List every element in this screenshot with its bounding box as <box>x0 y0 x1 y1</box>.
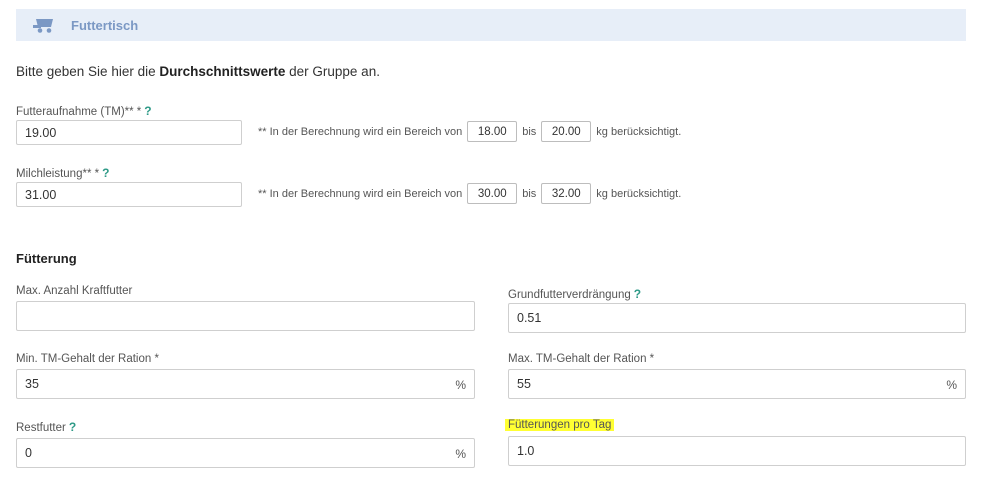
milchleistung-range-from[interactable]: 30.00 <box>467 183 518 204</box>
futteraufnahme-input[interactable]: 19.00 <box>16 120 242 145</box>
restfutter-label: Restfutter? <box>16 420 77 434</box>
futteraufnahme-range-note: ** In der Berechnung wird ein Bereich vo… <box>258 121 681 142</box>
grundfutterverdraengung-input[interactable]: 0.51 <box>508 303 966 333</box>
milchleistung-label: Milchleistung** *? <box>16 166 110 180</box>
milchleistung-help-icon[interactable]: ? <box>102 166 109 180</box>
milchleistung-range-note: ** In der Berechnung wird ein Bereich vo… <box>258 183 681 204</box>
min-tm-unit: % <box>455 378 466 392</box>
max-tm-label: Max. TM-Gehalt der Ration * <box>508 353 655 365</box>
max-kraftfutter-label: Max. Anzahl Kraftfutter <box>16 285 133 297</box>
feeding-wagon-icon <box>33 19 53 33</box>
grundfutterverdraengung-help-icon[interactable]: ? <box>634 287 641 301</box>
futteraufnahme-range-from[interactable]: 18.00 <box>467 121 518 142</box>
intro-text: Bitte geben Sie hier die Durchschnittswe… <box>16 64 380 79</box>
max-tm-unit: % <box>946 378 957 392</box>
restfutter-help-icon[interactable]: ? <box>69 420 76 434</box>
restfutter-unit: % <box>455 447 466 461</box>
fuetterungen-pro-tag-input[interactable]: 1.0 <box>508 436 966 466</box>
fuetterungen-pro-tag-highlight: Fütterungen pro Tag <box>505 419 615 431</box>
futteraufnahme-label: Futteraufnahme (TM)** *? <box>16 104 152 118</box>
milchleistung-range-to[interactable]: 32.00 <box>541 183 592 204</box>
min-tm-label: Min. TM-Gehalt der Ration * <box>16 353 159 365</box>
section-title: Futtertisch <box>71 17 139 33</box>
section-header-futtertisch: Futtertisch <box>16 9 966 41</box>
fuetterungen-pro-tag-label: Fütterungen pro Tag <box>505 419 615 431</box>
intro-bold: Durchschnittswerte <box>159 64 286 79</box>
futteraufnahme-range-to[interactable]: 20.00 <box>541 121 592 142</box>
fuetterung-heading: Fütterung <box>16 251 77 266</box>
min-tm-input[interactable]: 35 % <box>16 369 475 399</box>
futteraufnahme-help-icon[interactable]: ? <box>144 104 151 118</box>
max-tm-input[interactable]: 55 % <box>508 369 966 399</box>
restfutter-input[interactable]: 0 % <box>16 438 475 468</box>
max-kraftfutter-input[interactable] <box>16 301 475 331</box>
grundfutterverdraengung-label: Grundfutterverdrängung? <box>508 287 642 301</box>
milchleistung-input[interactable]: 31.00 <box>16 182 242 207</box>
